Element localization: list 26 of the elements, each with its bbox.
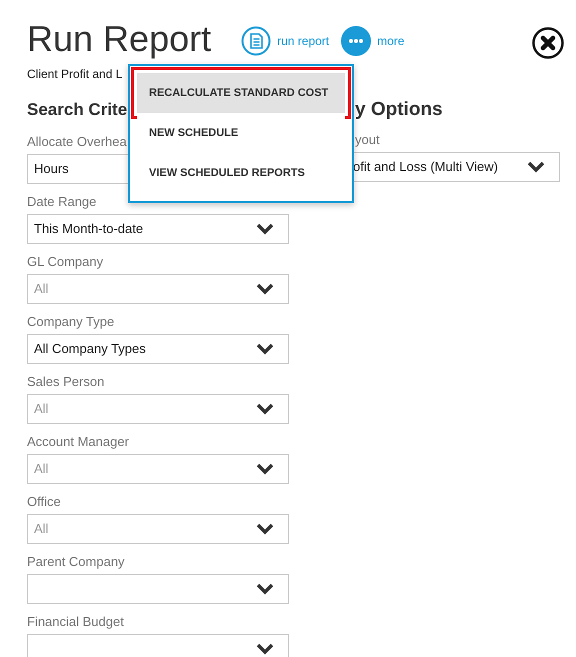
field-label: GL Company: [27, 254, 104, 270]
menu-item[interactable]: RECALCULATE STANDARD COST: [137, 73, 345, 113]
field-label: Office: [27, 494, 61, 510]
select-field[interactable]: ofit and Loss (Multi View): [353, 152, 560, 182]
select-field[interactable]: This Month-to-date: [27, 214, 289, 244]
field-label: Company Type: [27, 314, 114, 330]
section-heading: Search Crite: [27, 99, 128, 121]
report-subtitle: Client Profit and L: [27, 67, 122, 81]
field-label: Account Manager: [27, 434, 129, 450]
select-placeholder: All: [34, 460, 48, 478]
field-label: Date Range: [27, 194, 96, 210]
select-value: ofit and Loss (Multi View): [353, 158, 498, 176]
field-label: yout: [354, 132, 381, 148]
field-label: Allocate Overhea: [27, 134, 127, 150]
section-heading: y Options: [354, 98, 444, 122]
field-label: Parent Company: [27, 554, 125, 570]
field-label: Financial Budget: [27, 614, 124, 630]
field-label: Sales Person: [27, 374, 104, 390]
select-value: This Month-to-date: [34, 220, 144, 238]
select-placeholder: All: [34, 520, 48, 538]
select-placeholder: All: [34, 280, 48, 298]
select-field[interactable]: All Company Types: [27, 334, 289, 364]
select-value: All Company Types: [34, 340, 146, 358]
select-value: Hours: [34, 160, 69, 178]
select-placeholder: All: [34, 400, 48, 418]
page-title: Run Report: [27, 18, 212, 60]
